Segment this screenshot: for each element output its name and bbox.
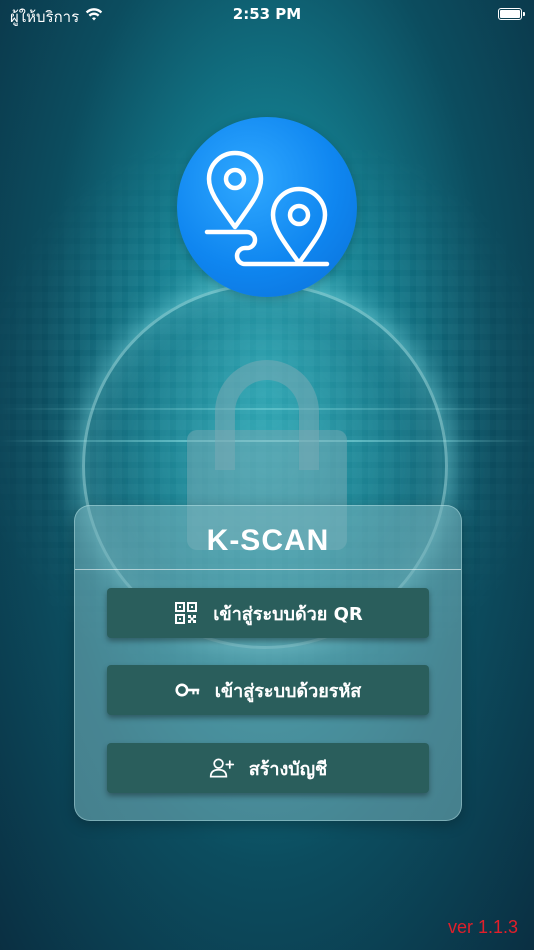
create-account-label: สร้างบัญชี xyxy=(248,758,328,780)
login-password-button[interactable]: เข้าสู่ระบบด้วยรหัส xyxy=(107,665,429,715)
status-time: 2:53 PM xyxy=(232,5,302,23)
login-qr-label: เข้าสู่ระบบด้วย QR xyxy=(213,603,363,625)
qr-code-icon xyxy=(173,600,199,626)
app-title: K-SCAN xyxy=(206,524,330,557)
app-logo xyxy=(177,117,357,297)
add-user-icon xyxy=(209,755,235,781)
login-qr-button[interactable]: เข้าสู่ระบบด้วย QR xyxy=(107,588,429,638)
battery-icon xyxy=(498,8,525,20)
login-password-label: เข้าสู่ระบบด้วยรหัส xyxy=(214,680,362,702)
card-divider xyxy=(75,569,461,570)
status-bar: ผู้ให้บริการ 2:53 PM xyxy=(0,0,534,30)
login-card: K-SCAN เข้าสู่ระบบด้วย QR เข้าสู่ระบบด้ว… xyxy=(74,505,462,821)
map-route-pins-icon xyxy=(204,150,330,267)
key-icon xyxy=(175,677,201,703)
version-label: ver 1.1.3 xyxy=(447,917,518,937)
create-account-button[interactable]: สร้างบัญชี xyxy=(107,743,429,793)
